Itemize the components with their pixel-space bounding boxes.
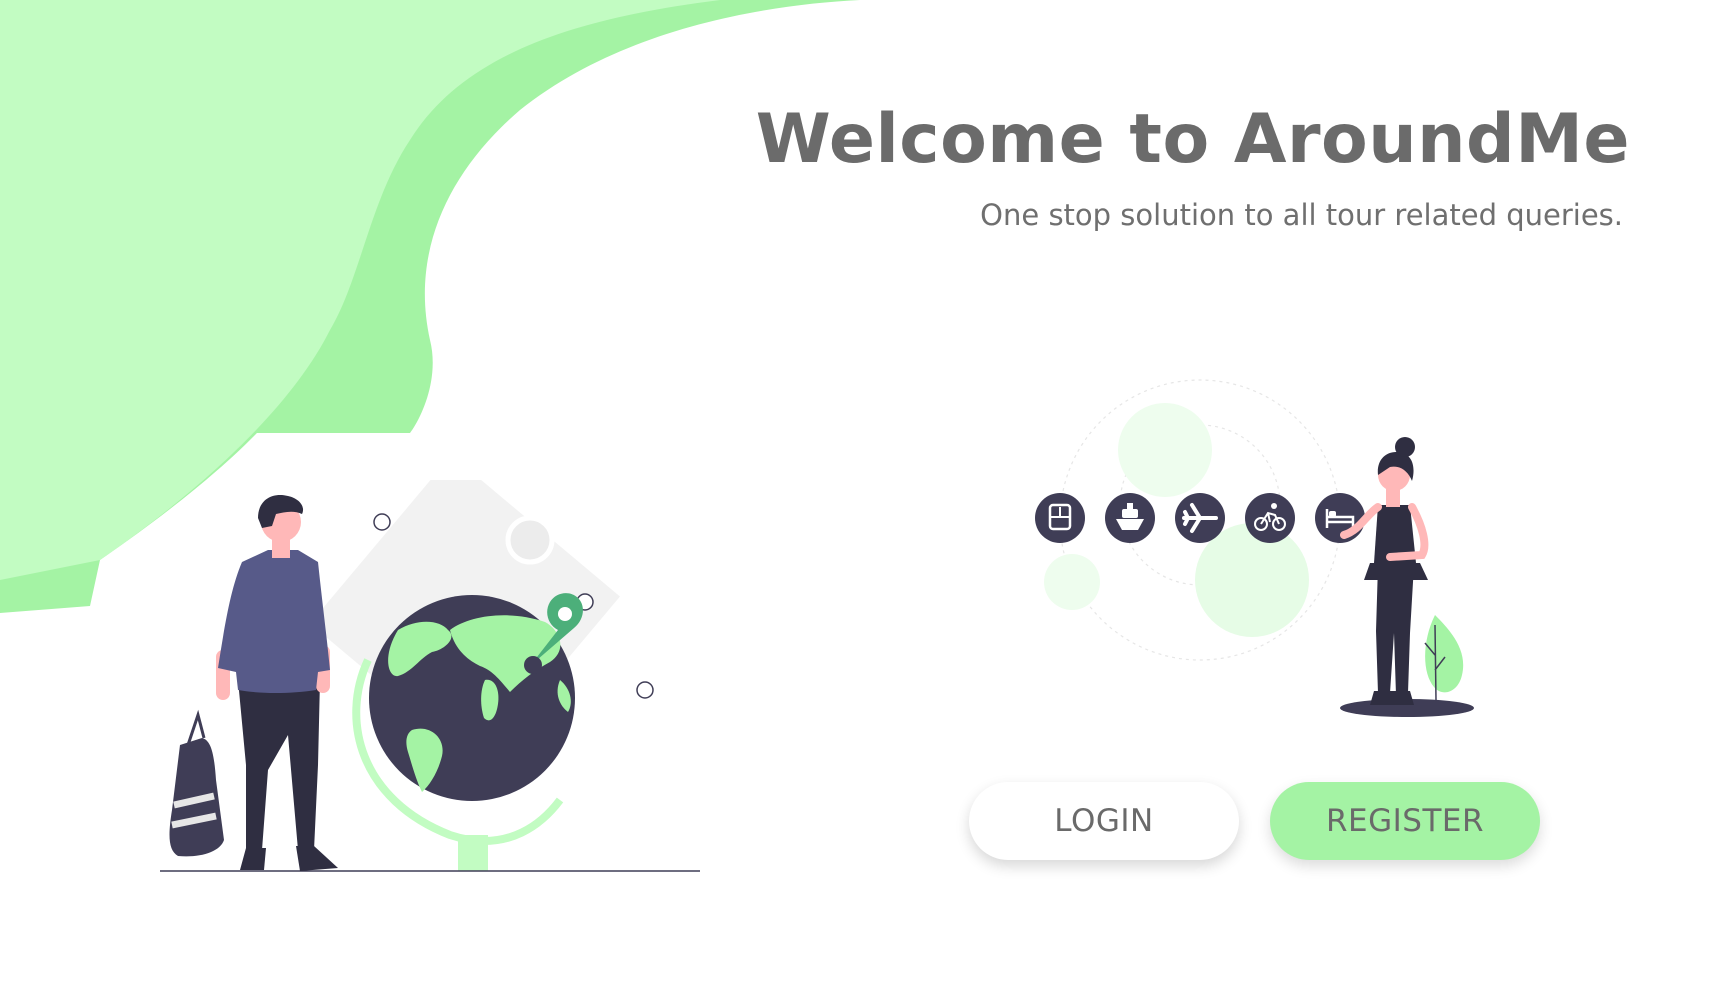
page-subtitle: One stop solution to all tour related qu… bbox=[980, 198, 1623, 232]
traveler-shirt bbox=[218, 550, 330, 693]
decor-circle bbox=[373, 513, 391, 531]
login-button[interactable]: LOGIN bbox=[969, 782, 1239, 860]
ship-icon bbox=[1105, 493, 1155, 543]
decor-circle bbox=[1195, 523, 1309, 637]
tourist-woman-illustration bbox=[1035, 379, 1474, 717]
traveler-legs bbox=[238, 680, 320, 850]
airplane-icon bbox=[1175, 493, 1225, 543]
decor-circle bbox=[1044, 554, 1100, 610]
tourist-legs bbox=[1376, 565, 1414, 695]
register-button[interactable]: REGISTER bbox=[1270, 782, 1540, 860]
decor-circle bbox=[505, 515, 555, 565]
hotel-bed-icon bbox=[1315, 493, 1365, 543]
traveler-globe-illustration bbox=[160, 480, 700, 872]
decor-circle bbox=[636, 681, 654, 699]
bus-icon bbox=[1035, 493, 1085, 543]
decor-circle bbox=[1118, 403, 1212, 497]
page-title: Welcome to AroundMe bbox=[755, 100, 1630, 179]
globe-stand-base bbox=[458, 835, 488, 871]
plant-leaf bbox=[1425, 615, 1464, 693]
bicycle-icon bbox=[1245, 493, 1295, 543]
